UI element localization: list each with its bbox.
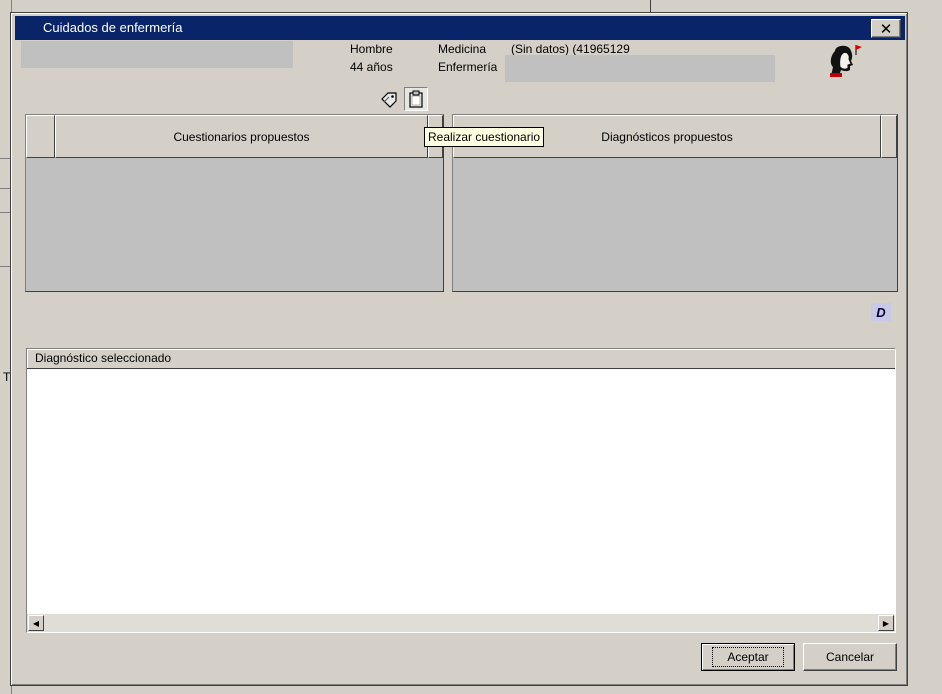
scroll-right-button[interactable]: ▶ — [878, 615, 894, 631]
medicina-value: (Sin datos) (41965129 — [511, 42, 630, 56]
title-bar[interactable]: Cuidados de enfermería ✕ — [15, 16, 905, 40]
selected-diagnosis-header[interactable]: Diagnóstico seleccionado — [27, 349, 895, 369]
arrow-right-icon: ▶ — [882, 618, 890, 628]
close-button[interactable]: ✕ — [871, 19, 901, 38]
cancel-button[interactable]: Cancelar — [803, 643, 897, 671]
patient-age: 44 años — [350, 60, 393, 74]
diagnoses-header-label: Diagnósticos propuestos — [601, 129, 733, 144]
questionnaires-column-header[interactable]: Cuestionarios propuestos — [55, 115, 428, 158]
close-icon: ✕ — [879, 19, 893, 38]
enfermeria-value-field — [505, 55, 775, 82]
background-tick — [650, 0, 651, 12]
nursing-care-dialog: Cuidados de enfermería ✕ Hombre 44 años … — [10, 12, 908, 686]
scroll-left-button[interactable]: ◀ — [28, 615, 44, 631]
patient-name-field — [21, 41, 293, 68]
cancel-button-label: Cancelar — [825, 650, 875, 664]
diagnosis-d-icon[interactable]: D — [871, 303, 891, 321]
arrow-left-icon: ◀ — [32, 618, 40, 628]
enfermeria-label: Enfermería — [438, 60, 498, 74]
horizontal-scrollbar[interactable]: ◀ ▶ — [27, 614, 895, 632]
accept-button-label: Aceptar — [712, 647, 784, 667]
tooltip: Realizar cuestionario — [424, 127, 545, 147]
clipboard-icon[interactable] — [404, 87, 428, 111]
patient-avatar-icon — [825, 43, 865, 79]
questionnaires-header-label: Cuestionarios propuestos — [173, 129, 310, 144]
proposed-questionnaires-panel[interactable]: Cuestionarios propuestos — [25, 114, 444, 292]
selected-diagnosis-list[interactable]: Diagnóstico seleccionado ◀ ▶ — [26, 348, 896, 633]
diagnoses-column-end[interactable] — [881, 115, 897, 158]
accept-button[interactable]: Aceptar — [701, 643, 795, 671]
medicina-label: Medicina — [438, 42, 487, 56]
questionnaire-column-selector[interactable] — [26, 115, 55, 158]
window-title: Cuidados de enfermería — [43, 20, 183, 35]
selected-diagnosis-body[interactable] — [27, 370, 895, 614]
patient-sex: Hombre — [350, 42, 393, 56]
tag-icon[interactable] — [377, 87, 401, 111]
